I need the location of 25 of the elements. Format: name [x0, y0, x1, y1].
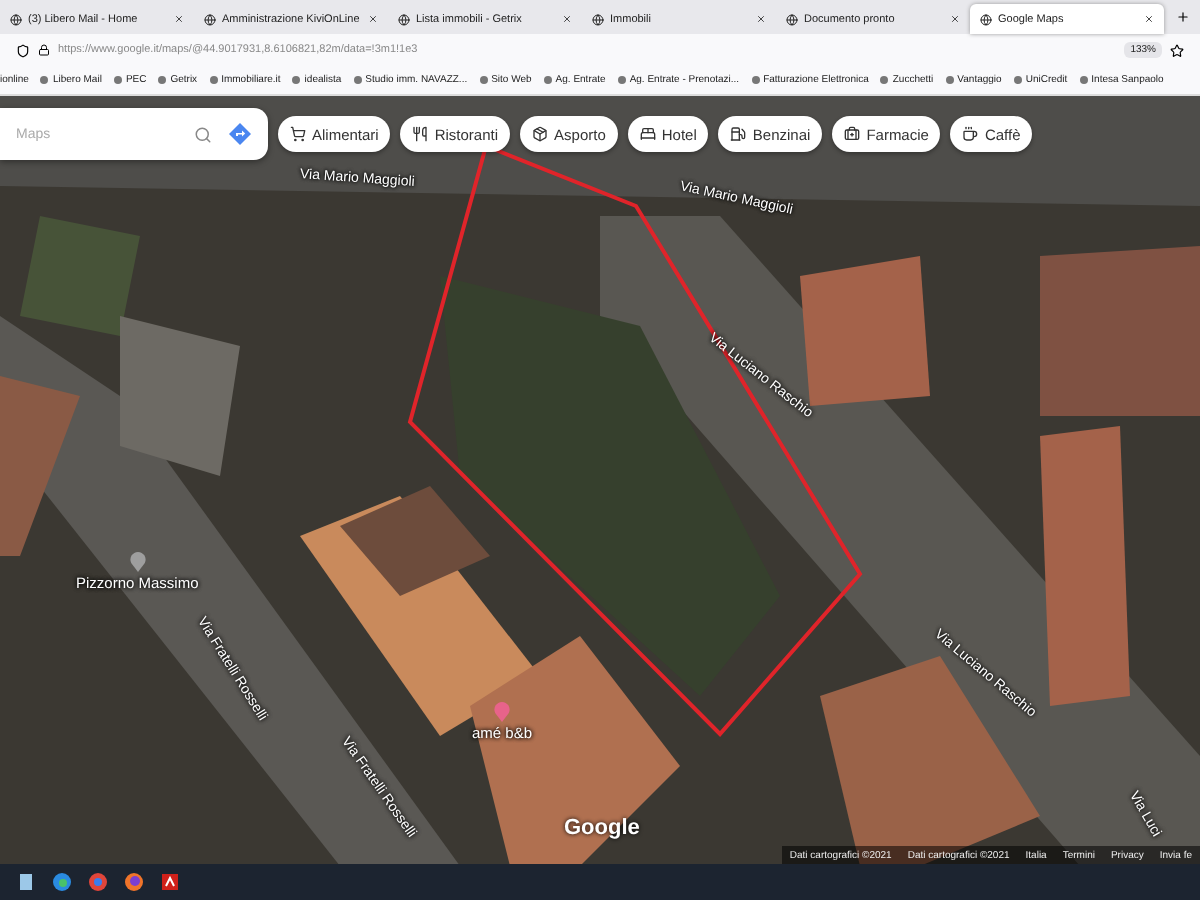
globe-icon [398, 13, 410, 25]
shield-icon [16, 43, 30, 57]
file-icon[interactable] [16, 872, 36, 892]
globe-icon [204, 13, 216, 25]
pdf-icon[interactable] [160, 872, 180, 892]
place-pin[interactable] [129, 552, 145, 572]
directions-icon[interactable] [228, 122, 252, 146]
bed-icon [639, 126, 656, 142]
browser-swirl-icon[interactable] [52, 872, 72, 892]
fuel-pump-icon [730, 126, 747, 142]
star-icon[interactable] [1170, 43, 1184, 57]
fork-knife-icon [412, 126, 429, 142]
globe-icon [592, 13, 604, 25]
round-browser-icon[interactable] [88, 872, 108, 892]
box-icon [532, 126, 549, 142]
cart-icon [290, 126, 306, 142]
lock-icon [38, 44, 50, 56]
globe-icon [786, 13, 798, 25]
medical-kit-icon [844, 126, 861, 142]
globe-icon [10, 13, 22, 25]
fox-browser-icon[interactable] [124, 872, 144, 892]
globe-icon [980, 13, 992, 25]
new-tab-icon[interactable] [1176, 10, 1190, 24]
cup-icon [962, 126, 979, 142]
search-icon[interactable] [194, 125, 212, 143]
